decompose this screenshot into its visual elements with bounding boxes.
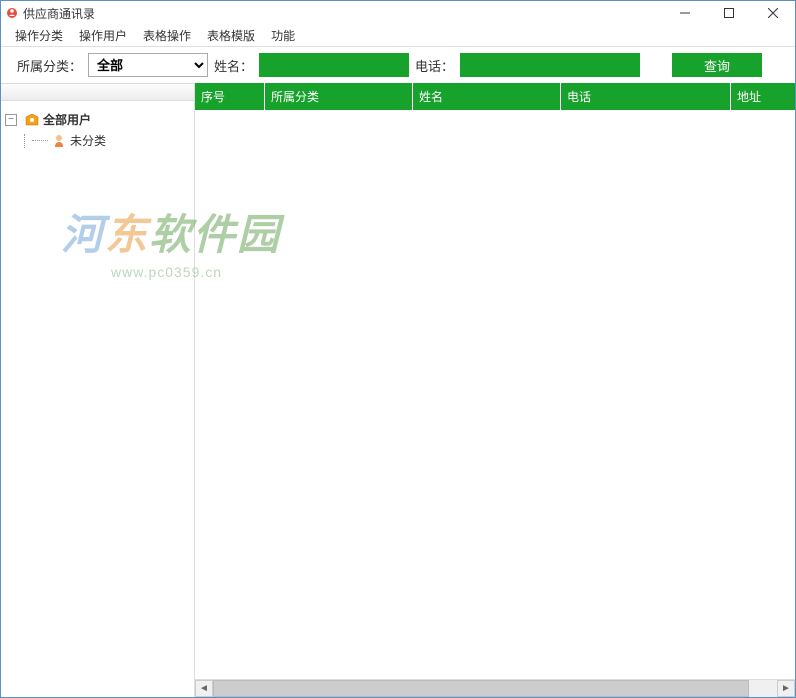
menu-category-ops[interactable]: 操作分类 (7, 25, 71, 46)
toolbar: 所属分类： 全部 姓名： 电话： 查询 (1, 47, 795, 83)
name-input[interactable] (259, 53, 409, 77)
column-name[interactable]: 姓名 (413, 83, 561, 110)
name-label: 姓名： (214, 56, 253, 75)
sidebar: − 全部用户 未分类 (1, 83, 195, 697)
horizontal-scrollbar[interactable]: ◄ ► (195, 679, 795, 697)
tree-root-node[interactable]: − 全部用户 (5, 109, 190, 130)
table-body (195, 110, 795, 679)
menubar: 操作分类 操作用户 表格操作 表格模版 功能 (1, 25, 795, 47)
tree-child-node[interactable]: 未分类 (19, 130, 190, 151)
users-icon (24, 112, 40, 128)
scroll-thumb[interactable] (213, 680, 749, 697)
column-phone[interactable]: 电话 (561, 83, 731, 110)
main-area: 序号 所属分类 姓名 电话 地址 ◄ ► (195, 83, 795, 697)
category-select[interactable]: 全部 (88, 53, 208, 77)
column-category[interactable]: 所属分类 (265, 83, 413, 110)
minimize-icon (680, 8, 690, 18)
tree: − 全部用户 未分类 (1, 101, 194, 159)
person-icon (51, 133, 67, 149)
scroll-right-button[interactable]: ► (777, 680, 795, 697)
scroll-track[interactable] (213, 680, 777, 697)
scroll-left-button[interactable]: ◄ (195, 680, 213, 697)
maximize-button[interactable] (707, 1, 751, 25)
phone-input[interactable] (460, 53, 640, 77)
menu-table-ops[interactable]: 表格操作 (135, 25, 199, 46)
sidebar-header (1, 83, 194, 101)
tree-collapse-icon[interactable]: − (5, 114, 17, 126)
category-label: 所属分类： (17, 56, 82, 75)
minimize-button[interactable] (663, 1, 707, 25)
app-icon (5, 6, 19, 20)
tree-child-label: 未分类 (70, 132, 106, 149)
maximize-icon (724, 8, 734, 18)
menu-table-template[interactable]: 表格模版 (199, 25, 263, 46)
titlebar: 供应商通讯录 (1, 1, 795, 25)
close-icon (768, 8, 778, 18)
table-header: 序号 所属分类 姓名 电话 地址 (195, 83, 795, 110)
search-button[interactable]: 查询 (672, 53, 762, 77)
phone-label: 电话： (415, 56, 454, 75)
tree-connector-h (32, 140, 48, 141)
column-address[interactable]: 地址 (731, 83, 795, 110)
menu-functions[interactable]: 功能 (263, 25, 303, 46)
close-button[interactable] (751, 1, 795, 25)
column-seq[interactable]: 序号 (195, 83, 265, 110)
tree-connector (24, 134, 32, 148)
menu-user-ops[interactable]: 操作用户 (71, 25, 135, 46)
window-title: 供应商通讯录 (23, 5, 95, 22)
tree-root-label: 全部用户 (43, 111, 91, 128)
